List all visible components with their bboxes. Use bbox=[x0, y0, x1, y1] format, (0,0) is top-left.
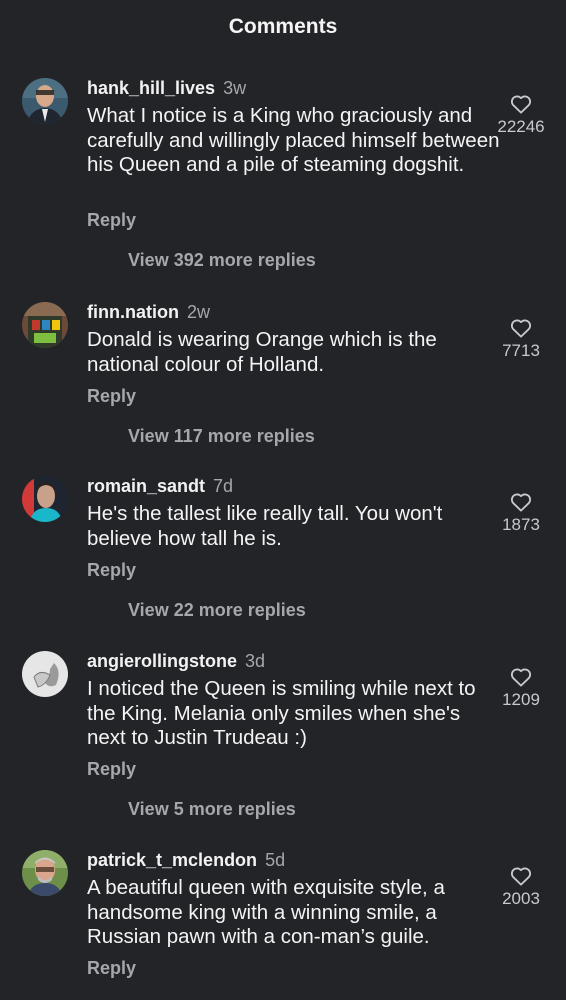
heart-outline-icon bbox=[510, 95, 532, 114]
reply-button[interactable]: Reply bbox=[87, 759, 136, 780]
comment-text: A beautiful queen with exquisite style, … bbox=[87, 876, 445, 948]
like-button[interactable]: 22246 bbox=[476, 94, 566, 137]
comments-header: Comments bbox=[0, 0, 566, 58]
reply-button[interactable]: Reply bbox=[87, 386, 136, 407]
username[interactable]: romain_sandt bbox=[87, 476, 205, 496]
reply-button[interactable]: Reply bbox=[87, 958, 136, 979]
comment-text: Donald is wearing Orange which is the na… bbox=[87, 328, 437, 376]
heart-outline-icon bbox=[510, 668, 532, 687]
like-button[interactable]: 1873 bbox=[476, 492, 566, 535]
username[interactable]: finn.nation bbox=[87, 302, 179, 322]
comment-meta: angierollingstone 3d bbox=[87, 651, 265, 675]
avatar[interactable] bbox=[22, 476, 68, 522]
comment-item: finn.nation 2w Donald is wearing Orange w… bbox=[0, 302, 566, 452]
like-count: 22246 bbox=[497, 117, 545, 136]
view-replies-button[interactable]: View 22 more replies bbox=[128, 600, 306, 621]
comment-item: angierollingstone 3d I noticed the Queen … bbox=[0, 651, 566, 826]
view-replies-button[interactable]: View 392 more replies bbox=[128, 250, 316, 271]
username[interactable]: hank_hill_lives bbox=[87, 78, 215, 98]
view-replies-button[interactable]: View 5 more replies bbox=[128, 799, 296, 820]
comment-meta: hank_hill_lives 3w bbox=[87, 78, 246, 102]
reply-button[interactable]: Reply bbox=[87, 210, 136, 231]
heart-outline-icon bbox=[510, 493, 532, 512]
avatar[interactable] bbox=[22, 850, 68, 896]
avatar[interactable] bbox=[22, 651, 68, 697]
like-count: 7713 bbox=[502, 341, 540, 360]
like-count: 2003 bbox=[502, 889, 540, 908]
like-button[interactable]: 7713 bbox=[476, 318, 566, 361]
comment-meta: patrick_t_mclendon 5d bbox=[87, 850, 285, 874]
avatar[interactable] bbox=[22, 78, 68, 124]
like-count: 1873 bbox=[502, 515, 540, 534]
heart-outline-icon bbox=[510, 867, 532, 886]
avatar[interactable] bbox=[22, 302, 68, 348]
comment-item: patrick_t_mclendon 5d A beautiful queen w… bbox=[0, 850, 566, 990]
comment-item: hank_hill_lives 3w What I notice is a Kin… bbox=[0, 78, 566, 278]
page-title: Comments bbox=[228, 15, 338, 38]
heart-outline-icon bbox=[510, 319, 532, 338]
timestamp: 3d bbox=[245, 651, 266, 671]
comment-meta: finn.nation 2w bbox=[87, 302, 210, 326]
timestamp: 2w bbox=[186, 302, 210, 322]
like-button[interactable]: 2003 bbox=[476, 866, 566, 909]
view-replies-button[interactable]: View 117 more replies bbox=[128, 426, 315, 447]
comment-text: I noticed the Queen is smiling while nex… bbox=[87, 677, 476, 749]
comment-item: romain_sandt 7d He's the tallest like rea… bbox=[0, 476, 566, 626]
comment-meta: romain_sandt 7d bbox=[87, 476, 233, 500]
comment-text: What I notice is a King who graciously a… bbox=[87, 104, 500, 176]
timestamp: 5d bbox=[265, 850, 286, 870]
like-button[interactable]: 1209 bbox=[476, 667, 566, 710]
reply-button[interactable]: Reply bbox=[87, 560, 136, 581]
timestamp: 3w bbox=[223, 78, 247, 98]
like-count: 1209 bbox=[502, 690, 540, 709]
comment-text: He's the tallest like really tall. You w… bbox=[87, 502, 443, 550]
username[interactable]: patrick_t_mclendon bbox=[87, 850, 257, 870]
username[interactable]: angierollingstone bbox=[87, 651, 237, 671]
timestamp: 7d bbox=[213, 476, 234, 496]
